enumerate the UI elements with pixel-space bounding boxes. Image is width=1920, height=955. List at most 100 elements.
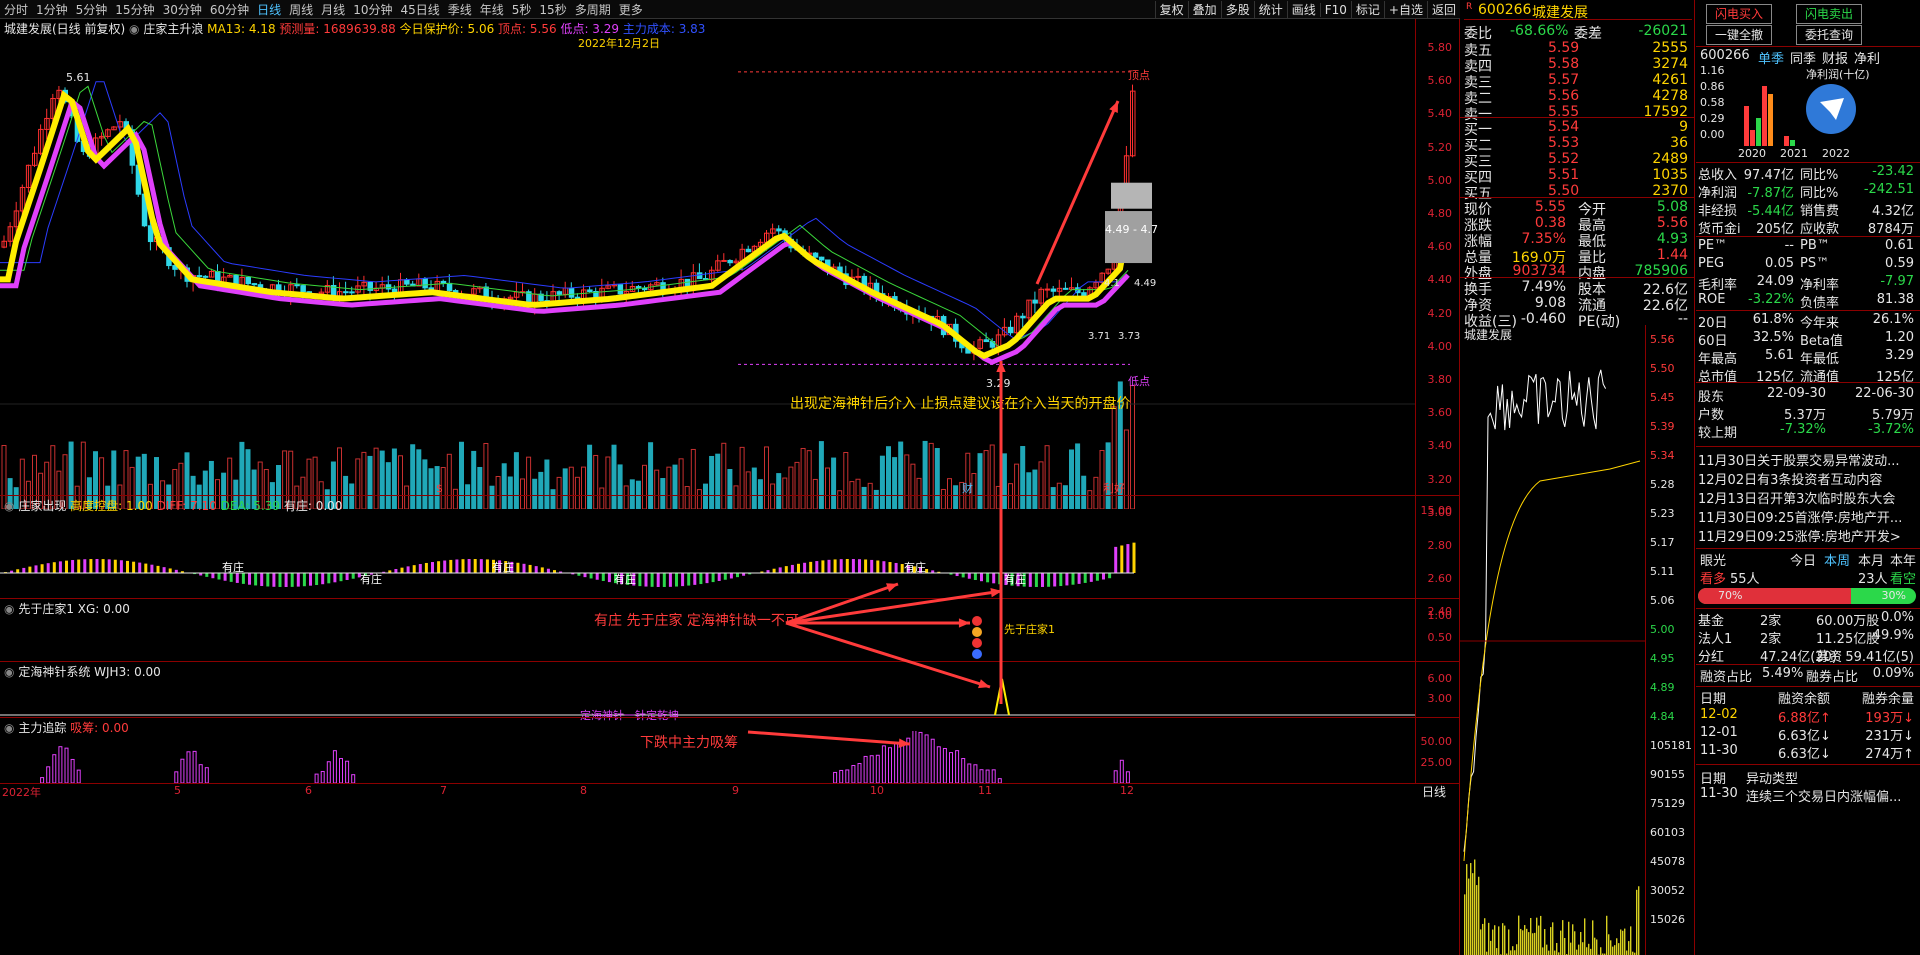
quote-volume: 4261: [1652, 72, 1688, 88]
period-2[interactable]: 5分钟: [72, 1, 112, 18]
news-item[interactable]: 11月30日09:25首涨停:房地产开...: [1698, 507, 1918, 526]
tool-1[interactable]: 叠加: [1187, 1, 1221, 18]
period-3[interactable]: 15分钟: [111, 1, 158, 18]
period-13[interactable]: 5秒: [508, 1, 536, 18]
flash-buy-button[interactable]: 闪电买入: [1706, 4, 1772, 24]
period-4[interactable]: 30分钟: [159, 1, 206, 18]
rise-arrow: [1035, 100, 1120, 285]
intraday-tick: 5.56: [1650, 333, 1675, 346]
intraday-tick: 30052: [1650, 884, 1685, 897]
info-value: 205亿: [1756, 222, 1794, 237]
period-11[interactable]: 季线: [444, 1, 476, 18]
fin-tab[interactable]: 净利: [1854, 52, 1880, 67]
price-tick: 5.60: [1427, 74, 1453, 88]
info-value2: 3.29: [1885, 348, 1914, 363]
fin-tab[interactable]: 同季: [1790, 52, 1816, 67]
margin-a: 6.63亿↓: [1778, 747, 1831, 762]
intraday-volume-bar: [1520, 928, 1522, 955]
period-5[interactable]: 60分钟: [206, 1, 253, 18]
stock-code: 600266: [1478, 2, 1532, 18]
period-toolbar: 分时 1分钟 5分钟 15分钟 30分钟 60分钟 日线 周线 月线 10分钟 45日线 季线 年线 5秒…: [0, 0, 1460, 19]
eye-tab-year[interactable]: 本年: [1890, 550, 1916, 569]
intraday-volume-bar: [1572, 924, 1574, 955]
info-row: 毛利率 24.09 净利率 -7.97: [1698, 274, 1918, 293]
intraday-price-line: [1463, 369, 1607, 852]
info-label: 毛利率: [1698, 278, 1738, 293]
flash-sell-button[interactable]: 闪电卖出: [1796, 4, 1862, 24]
stock-title: R 600266 城建发展: [1464, 2, 1692, 21]
tool-5[interactable]: F10: [1319, 2, 1351, 17]
tool-2[interactable]: 多股: [1220, 1, 1254, 18]
eye-tab-month[interactable]: 本月: [1858, 550, 1884, 569]
intraday-volume-bar: [1626, 950, 1628, 955]
period-7[interactable]: 周线: [285, 1, 317, 18]
fin-tabs: 单季 同季 财报 净利: [1758, 48, 1886, 67]
intraday-panel[interactable]: 城建发展 5.56 5.50 5.45 5.39 5.34 5.28 5.23 5.17 5.1…: [1460, 325, 1695, 955]
tool-3[interactable]: 统计: [1253, 1, 1287, 18]
holder-row: 户数 5.37万 5.79万: [1698, 404, 1918, 423]
cancel-all-button[interactable]: 一键全撤: [1706, 25, 1772, 45]
fin-bar: [1756, 118, 1761, 146]
period-14[interactable]: 15秒: [535, 1, 570, 18]
chart-area[interactable]: 城建发展(日线 前复权) ◉ 庄家主升浪 MA13: 4.18 预测量: 168…: [0, 19, 1460, 955]
intraday-tick: 4.89: [1650, 681, 1675, 694]
period-16[interactable]: 更多: [615, 1, 647, 18]
intraday-volume-bar: [1606, 915, 1608, 955]
divider: [1696, 310, 1920, 311]
intraday-volume-bar: [1638, 886, 1640, 955]
tool-0[interactable]: 复权: [1154, 1, 1188, 18]
info-label2: PS™: [1800, 256, 1830, 271]
r-mark: R: [1466, 2, 1473, 12]
tool-8[interactable]: 返回: [1426, 1, 1460, 18]
fund-v3: 0.0%: [1880, 610, 1914, 625]
info-label: 非经损: [1698, 204, 1738, 219]
info-value: --: [1784, 238, 1794, 253]
order-query-button[interactable]: 委托查询: [1796, 25, 1862, 45]
news-item[interactable]: 12月13日召开第3次临时股东大会: [1698, 488, 1918, 507]
info-value2: 81.38: [1876, 292, 1914, 307]
panel4-tick: 25.00: [1420, 756, 1453, 769]
intraday-volume-bar: [1498, 926, 1500, 955]
quote-row: 买一 5.54 9: [1464, 119, 1692, 138]
tool-7[interactable]: +自选: [1383, 1, 1427, 18]
news-item[interactable]: 11月30日关于股票交易异常波动...: [1698, 450, 1918, 469]
margin-row: 11-30 6.63亿↓ 274万↑: [1698, 743, 1918, 762]
intraday-volume-bar: [1540, 915, 1542, 955]
news-item[interactable]: 11月29日09:25涨停:房地产开发>: [1698, 526, 1918, 545]
annotation-arrows: [747, 100, 1120, 748]
quote-price: 5.58: [1548, 56, 1580, 72]
intraday-volume-bar: [1570, 942, 1572, 955]
intraday-volume-bar: [1548, 950, 1550, 955]
tool-6[interactable]: 标记: [1350, 1, 1384, 18]
intraday-volume-bar: [1472, 873, 1474, 955]
fin-tab[interactable]: 财报: [1822, 52, 1848, 67]
price-tick: 3.80: [1427, 373, 1453, 386]
intraday-tick: 5.11: [1650, 565, 1675, 578]
intraday-volume-bar: [1594, 937, 1596, 955]
period-0[interactable]: 分时: [0, 1, 32, 18]
eye-tab-week[interactable]: 本周: [1824, 550, 1850, 569]
intraday-volume-bar: [1620, 929, 1622, 955]
divider: [1460, 277, 1694, 278]
news-item[interactable]: 12月02日有3条投资者互动内容: [1698, 469, 1918, 488]
eye-tab-today[interactable]: 今日: [1790, 550, 1816, 569]
holder-value2: -3.72%: [1868, 422, 1914, 437]
info-value: 5.61: [1765, 348, 1794, 363]
period-6[interactable]: 日线: [253, 1, 285, 18]
period-9[interactable]: 10分钟: [349, 1, 396, 18]
period-12[interactable]: 年线: [476, 1, 508, 18]
fin-tab[interactable]: 单季: [1758, 52, 1784, 67]
stat-value2: 4.93: [1656, 231, 1688, 247]
period-15[interactable]: 多周期: [571, 1, 615, 18]
period-label[interactable]: 日线: [1422, 783, 1446, 800]
tool-4[interactable]: 画线: [1286, 1, 1320, 18]
intraday-volume-bar: [1530, 917, 1532, 955]
arrow-to-accumulation: [747, 730, 911, 748]
fin-tick: 0.29: [1700, 112, 1725, 125]
mh-a: 融资余额: [1778, 692, 1831, 707]
period-8[interactable]: 月线: [317, 1, 349, 18]
stat-value2: 5.08: [1656, 199, 1688, 215]
period-10[interactable]: 45日线: [396, 1, 443, 18]
period-1[interactable]: 1分钟: [32, 1, 72, 18]
panel4-axis: 50.00 25.00: [1415, 718, 1460, 784]
